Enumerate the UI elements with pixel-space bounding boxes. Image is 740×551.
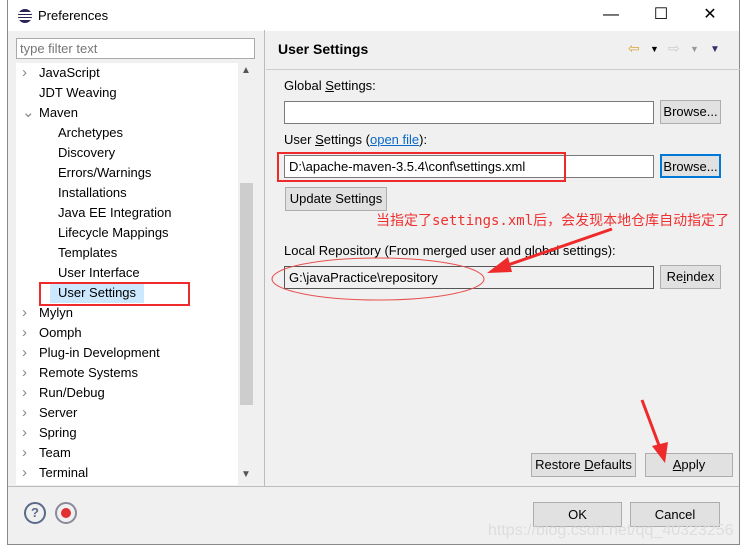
annotation-arrow-2 (640, 399, 662, 449)
annotation-arrowhead-1 (487, 257, 512, 273)
annotation-arrowhead-2 (652, 442, 668, 463)
annotation-arrow-1 (504, 227, 613, 268)
annotation-arrows (271, 227, 668, 463)
annotation-ellipse (271, 257, 485, 301)
watermark: https://blog.csdn.net/qq_40323256 (488, 522, 734, 539)
